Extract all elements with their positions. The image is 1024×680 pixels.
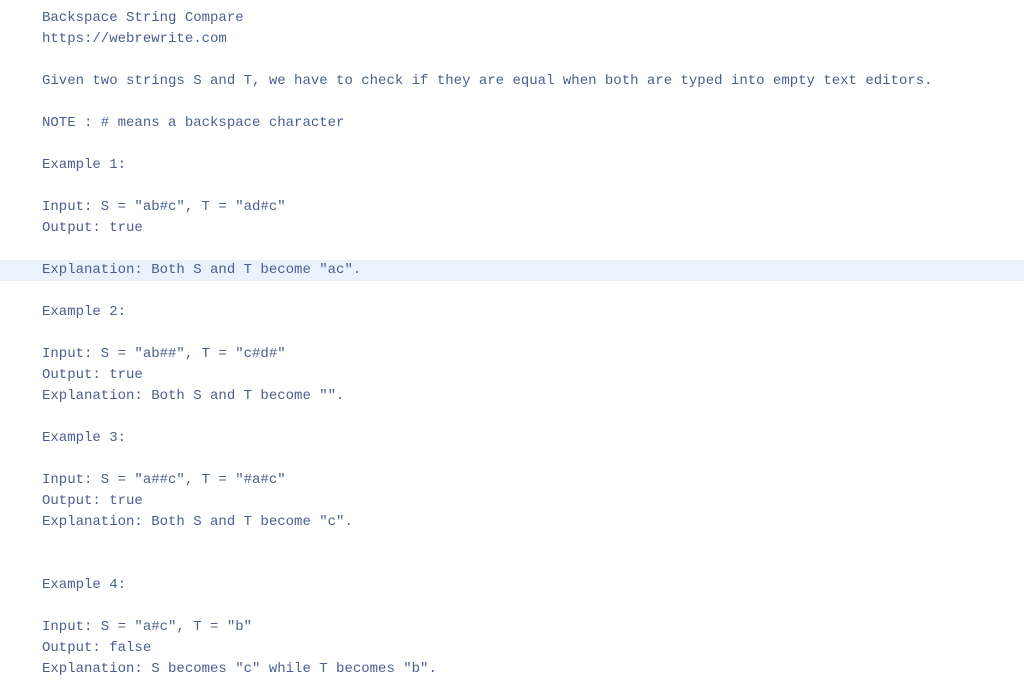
code-line[interactable]: Explanation: Both S and T become "". bbox=[42, 386, 1024, 407]
code-line[interactable] bbox=[42, 176, 1024, 197]
code-line[interactable]: Example 4: bbox=[42, 575, 1024, 596]
code-line[interactable] bbox=[42, 449, 1024, 470]
code-line[interactable]: Example 2: bbox=[42, 302, 1024, 323]
code-line[interactable]: Output: true bbox=[42, 491, 1024, 512]
code-editor[interactable]: Backspace String Comparehttps://webrewri… bbox=[0, 0, 1024, 680]
code-line[interactable] bbox=[42, 281, 1024, 302]
code-line[interactable]: Input: S = "ab#c", T = "ad#c" bbox=[42, 197, 1024, 218]
code-line[interactable]: Output: true bbox=[42, 218, 1024, 239]
code-line[interactable] bbox=[42, 239, 1024, 260]
code-line[interactable]: Output: true bbox=[42, 365, 1024, 386]
code-line[interactable]: Input: S = "ab##", T = "c#d#" bbox=[42, 344, 1024, 365]
code-line[interactable] bbox=[42, 50, 1024, 71]
code-line[interactable]: Example 3: bbox=[42, 428, 1024, 449]
code-line[interactable]: Explanation: Both S and T become "ac". bbox=[0, 260, 1024, 281]
code-line[interactable]: https://webrewrite.com bbox=[42, 29, 1024, 50]
code-line[interactable] bbox=[42, 134, 1024, 155]
code-line[interactable] bbox=[42, 554, 1024, 575]
code-line[interactable] bbox=[42, 92, 1024, 113]
code-line[interactable]: Example 1: bbox=[42, 155, 1024, 176]
code-line[interactable]: Input: S = "a#c", T = "b" bbox=[42, 617, 1024, 638]
code-line[interactable] bbox=[42, 323, 1024, 344]
code-line[interactable]: NOTE : # means a backspace character bbox=[42, 113, 1024, 134]
code-line[interactable]: Backspace String Compare bbox=[42, 8, 1024, 29]
code-line[interactable]: Explanation: S becomes "c" while T becom… bbox=[42, 659, 1024, 680]
code-line[interactable]: Given two strings S and T, we have to ch… bbox=[42, 71, 1024, 92]
code-line[interactable]: Input: S = "a##c", T = "#a#c" bbox=[42, 470, 1024, 491]
code-line[interactable] bbox=[42, 407, 1024, 428]
code-line[interactable] bbox=[42, 533, 1024, 554]
code-line[interactable] bbox=[42, 596, 1024, 617]
code-line[interactable]: Output: false bbox=[42, 638, 1024, 659]
code-line[interactable]: Explanation: Both S and T become "c". bbox=[42, 512, 1024, 533]
